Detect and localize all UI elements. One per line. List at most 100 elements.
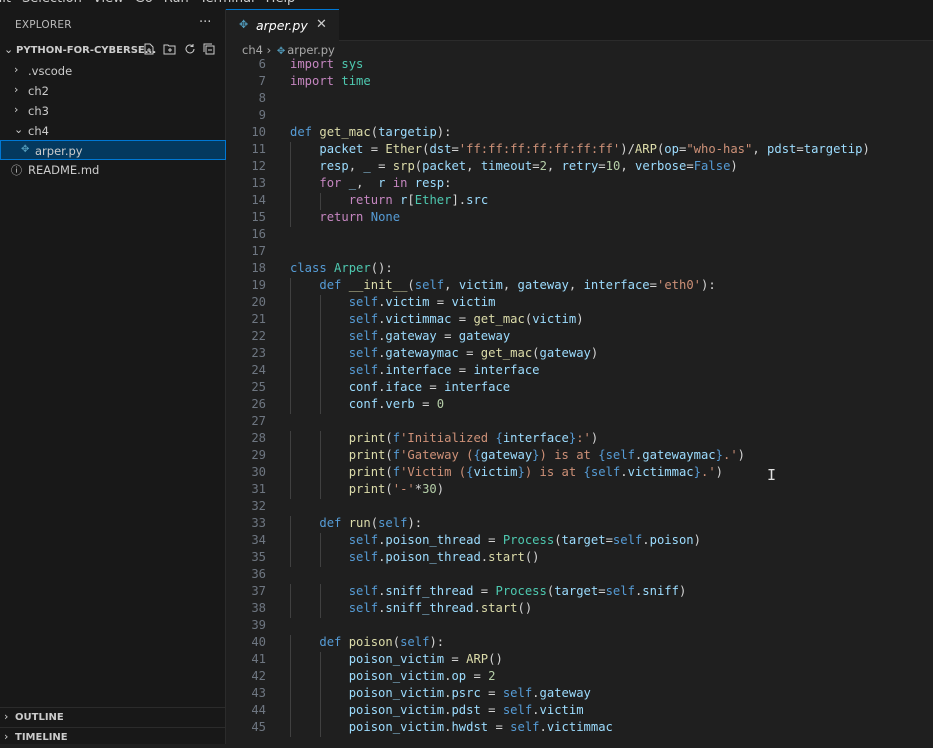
code-token: sys bbox=[341, 58, 364, 71]
code-token: 'ff:ff:ff:ff:ff:ff:ff' bbox=[458, 142, 621, 156]
menu-item[interactable]: Terminal bbox=[200, 0, 255, 6]
tree-folder-vscode[interactable]: › .vscode bbox=[0, 61, 226, 81]
code-line[interactable]: 8 bbox=[226, 91, 933, 108]
tab-arper-py[interactable]: ✥ arper.py ✕ bbox=[226, 9, 339, 41]
code-token: = bbox=[605, 533, 613, 547]
code-line[interactable]: 6 import sys bbox=[226, 58, 933, 74]
menu-item[interactable]: Selection bbox=[22, 0, 82, 6]
code-token: ( bbox=[385, 482, 393, 496]
code-line[interactable]: 38 self.sniff_thread.start() bbox=[226, 601, 933, 618]
code-token: { bbox=[583, 465, 591, 479]
code-token: gateway bbox=[539, 346, 591, 360]
indent-guide bbox=[290, 142, 291, 159]
code-token: class bbox=[290, 261, 327, 275]
code-line[interactable]: 14 return r[Ether].src bbox=[226, 193, 933, 210]
project-root[interactable]: ⌄ PYTHON-FOR-CYBERSE... bbox=[0, 41, 226, 61]
code-token: . bbox=[539, 720, 547, 734]
code-line[interactable]: 42 poison_victim.op = 2 bbox=[226, 669, 933, 686]
refresh-icon[interactable] bbox=[184, 44, 200, 58]
tree-folder-ch2[interactable]: › ch2 bbox=[0, 81, 226, 101]
indent-guide bbox=[290, 635, 291, 652]
code-line[interactable]: 12 resp, _ = srp(packet, timeout=2, retr… bbox=[226, 159, 933, 176]
tree-folder-ch4[interactable]: ⌄ ch4 bbox=[0, 121, 226, 141]
code-token: )/ bbox=[620, 142, 635, 156]
code-token: } bbox=[693, 465, 701, 479]
code-line[interactable]: 27 bbox=[226, 414, 933, 431]
menu-item[interactable]: dit bbox=[0, 0, 11, 6]
code-token: = bbox=[796, 142, 804, 156]
code-token: interface bbox=[502, 431, 569, 445]
code-text: import time bbox=[290, 74, 371, 88]
new-file-icon[interactable] bbox=[143, 43, 159, 58]
code-line[interactable]: 26 conf.verb = 0 bbox=[226, 397, 933, 414]
menu-items: dit Selection View Go Run Terminal Help bbox=[0, 0, 306, 6]
code-line[interactable]: 28 print(f'Initialized {interface}:') bbox=[226, 431, 933, 448]
breadcrumb-folder[interactable]: ch4 bbox=[242, 43, 263, 57]
code-token: packet bbox=[319, 142, 364, 156]
code-token: interface bbox=[473, 363, 540, 377]
code-line[interactable]: 33 def run(self): bbox=[226, 516, 933, 533]
code-line[interactable]: 34 self.poison_thread = Process(target=s… bbox=[226, 533, 933, 550]
code-line[interactable]: 32 bbox=[226, 499, 933, 516]
code-token: , bbox=[444, 278, 459, 292]
code-line[interactable]: 40 def poison(self): bbox=[226, 635, 933, 652]
code-text: def __init__(self, victim, gateway, inte… bbox=[290, 278, 715, 292]
code-line[interactable]: 25 conf.iface = interface bbox=[226, 380, 933, 397]
close-icon[interactable]: ✕ bbox=[316, 17, 327, 32]
menu-item[interactable]: View bbox=[93, 0, 124, 6]
code-line[interactable]: 17 bbox=[226, 244, 933, 261]
code-line[interactable]: 31 print('-'*30) bbox=[226, 482, 933, 499]
code-line[interactable]: 18 class Arper(): bbox=[226, 261, 933, 278]
code-line[interactable]: 44 poison_victim.pdst = self.victim bbox=[226, 703, 933, 720]
code-line[interactable]: 24 self.interface = interface bbox=[226, 363, 933, 380]
menu-item[interactable]: Run bbox=[164, 0, 189, 6]
code-line[interactable]: 13 for _, r in resp: bbox=[226, 176, 933, 193]
code-token: packet bbox=[422, 159, 467, 173]
menu-item[interactable]: Go bbox=[135, 0, 153, 6]
line-number: 29 bbox=[251, 448, 266, 462]
code-line[interactable]: 10 def get_mac(targetip): bbox=[226, 125, 933, 142]
code-line[interactable]: 36 bbox=[226, 567, 933, 584]
code-line[interactable]: 20 self.victim = victim bbox=[226, 295, 933, 312]
outline-panel-header[interactable]: › OUTLINE bbox=[0, 707, 226, 728]
code-line[interactable]: 45 poison_victim.hwdst = self.victimmac bbox=[226, 720, 933, 737]
code-token: ): bbox=[407, 516, 423, 530]
code-line[interactable]: 11 packet = Ether(dst='ff:ff:ff:ff:ff:ff… bbox=[226, 142, 933, 159]
code-line[interactable]: 16 bbox=[226, 227, 933, 244]
code-token: = bbox=[598, 159, 606, 173]
code-token: gatewaymac bbox=[642, 448, 716, 462]
code-line[interactable]: 37 self.sniff_thread = Process(target=se… bbox=[226, 584, 933, 601]
more-actions-icon[interactable]: ··· bbox=[199, 15, 211, 30]
code-line[interactable]: 15 return None bbox=[226, 210, 933, 227]
code-token: 2 bbox=[539, 159, 547, 173]
menu-item[interactable]: Help bbox=[266, 0, 296, 6]
code-text: def get_mac(targetip): bbox=[290, 125, 451, 139]
collapse-all-icon[interactable] bbox=[203, 43, 215, 58]
code-line[interactable]: 9 bbox=[226, 108, 933, 125]
code-line[interactable]: 19 def __init__(self, victim, gateway, i… bbox=[226, 278, 933, 295]
new-folder-icon[interactable] bbox=[163, 44, 180, 58]
indent-guide bbox=[319, 482, 321, 499]
tree-file-arper[interactable]: ✥ arper.py bbox=[0, 140, 226, 160]
tab-label: arper.py bbox=[256, 18, 308, 33]
code-text: import sys bbox=[290, 58, 363, 71]
code-line[interactable]: 22 self.gateway = gateway bbox=[226, 329, 933, 346]
timeline-panel-header[interactable]: › TIMELINE bbox=[0, 727, 226, 748]
tree-file-readme[interactable]: ⓘ README.md bbox=[0, 160, 226, 180]
code-line[interactable]: 21 self.victimmac = get_mac(victim) bbox=[226, 312, 933, 329]
code-editor[interactable]: 6 import sys 7 import time 8 9 10 def get_mac(t… bbox=[226, 58, 933, 744]
code-line[interactable]: 35 self.poison_thread.start() bbox=[226, 550, 933, 567]
tree-folder-ch3[interactable]: › ch3 bbox=[0, 101, 226, 121]
code-line[interactable]: 30 print(f'Victim ({victim}) is at {self… bbox=[226, 465, 933, 482]
code-line[interactable]: 43 poison_victim.psrc = self.gateway bbox=[226, 686, 933, 703]
code-text: print(f'Victim ({victim}) is at {self.vi… bbox=[290, 465, 723, 479]
code-line[interactable]: 39 bbox=[226, 618, 933, 635]
code-line[interactable]: 29 print(f'Gateway ({gateway}) is at {se… bbox=[226, 448, 933, 465]
breadcrumb-file[interactable]: arper.py bbox=[287, 43, 335, 57]
code-line[interactable]: 41 poison_victim = ARP() bbox=[226, 652, 933, 669]
code-line[interactable]: 7 import time bbox=[226, 74, 933, 91]
code-line[interactable]: 23 self.gatewaymac = get_mac(gateway) bbox=[226, 346, 933, 363]
